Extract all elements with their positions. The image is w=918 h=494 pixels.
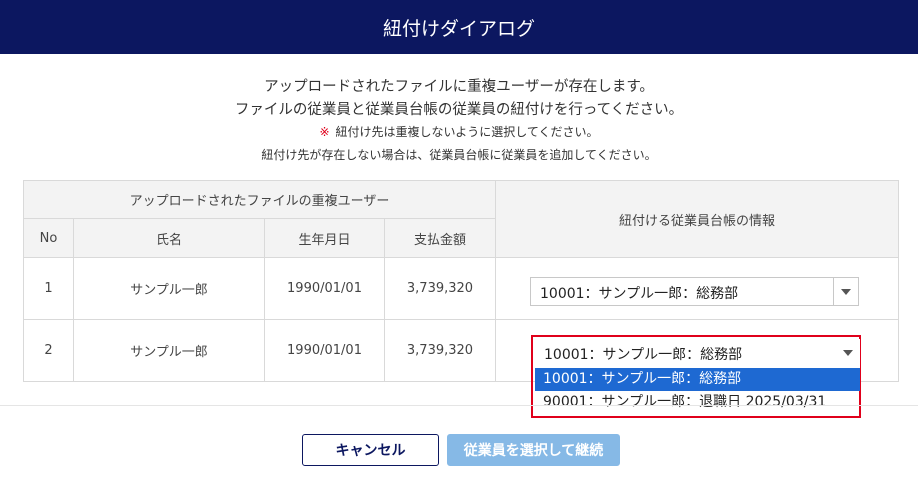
cell-name: サンプル一郎	[73, 319, 265, 382]
message-note: ※ 紐付け先は重複しないように選択してください。	[0, 123, 918, 140]
chevron-down-icon[interactable]	[836, 339, 860, 366]
cell-no: 2	[23, 319, 74, 382]
col-no: No	[23, 218, 74, 258]
continue-button[interactable]: 従業員を選択して継続	[447, 434, 620, 466]
dropdown-option[interactable]: 90001：サンプル一郎：退職日 2025/03/31	[535, 391, 860, 414]
cell-no: 1	[23, 257, 74, 320]
message-line-1: アップロードされたファイルに重複ユーザーが存在します。	[264, 79, 654, 95]
cell-name: サンプル一郎	[73, 257, 265, 320]
employee-select-row-1[interactable]: 10001：サンプル一郎：総務部	[530, 277, 859, 306]
dialog-title-bar: 紐付けダイアログ	[0, 0, 918, 54]
dialog-title: 紐付けダイアログ	[382, 17, 535, 40]
cell-amount: 3,739,320	[384, 319, 496, 382]
note-text: 紐付け先は重複しないように選択してください。	[335, 125, 599, 139]
cancel-button[interactable]: キャンセル	[302, 434, 439, 466]
dropdown-option[interactable]: 10001：サンプル一郎：総務部	[535, 368, 860, 391]
employee-select-row-2[interactable]: 10001：サンプル一郎：総務部	[535, 339, 860, 368]
note-mark: ※	[319, 125, 330, 139]
footer-divider	[0, 405, 918, 406]
right-header: 紐付ける従業員台帳の情報	[495, 180, 899, 258]
col-dob: 生年月日	[264, 218, 385, 258]
cell-dob: 1990/01/01	[264, 257, 385, 320]
message-line-4: 紐付け先が存在しない場合は、従業員台帳に従業員を追加してください。	[261, 148, 657, 162]
col-name: 氏名	[73, 218, 265, 258]
cell-amount: 3,739,320	[384, 257, 496, 320]
message-line-2: ファイルの従業員と従業員台帳の従業員の紐付けを行ってください。	[234, 102, 684, 118]
chevron-down-icon[interactable]	[833, 278, 858, 305]
select-value: 10001：サンプル一郎：総務部	[544, 347, 743, 363]
cell-dob: 1990/01/01	[264, 319, 385, 382]
dropdown-options: 10001：サンプル一郎：総務部 90001：サンプル一郎：退職日 2025/0…	[535, 368, 860, 414]
col-amount: 支払金額	[384, 218, 496, 258]
group-header: アップロードされたファイルの重複ユーザー	[23, 180, 496, 219]
select-value: 10001：サンプル一郎：総務部	[540, 286, 739, 302]
